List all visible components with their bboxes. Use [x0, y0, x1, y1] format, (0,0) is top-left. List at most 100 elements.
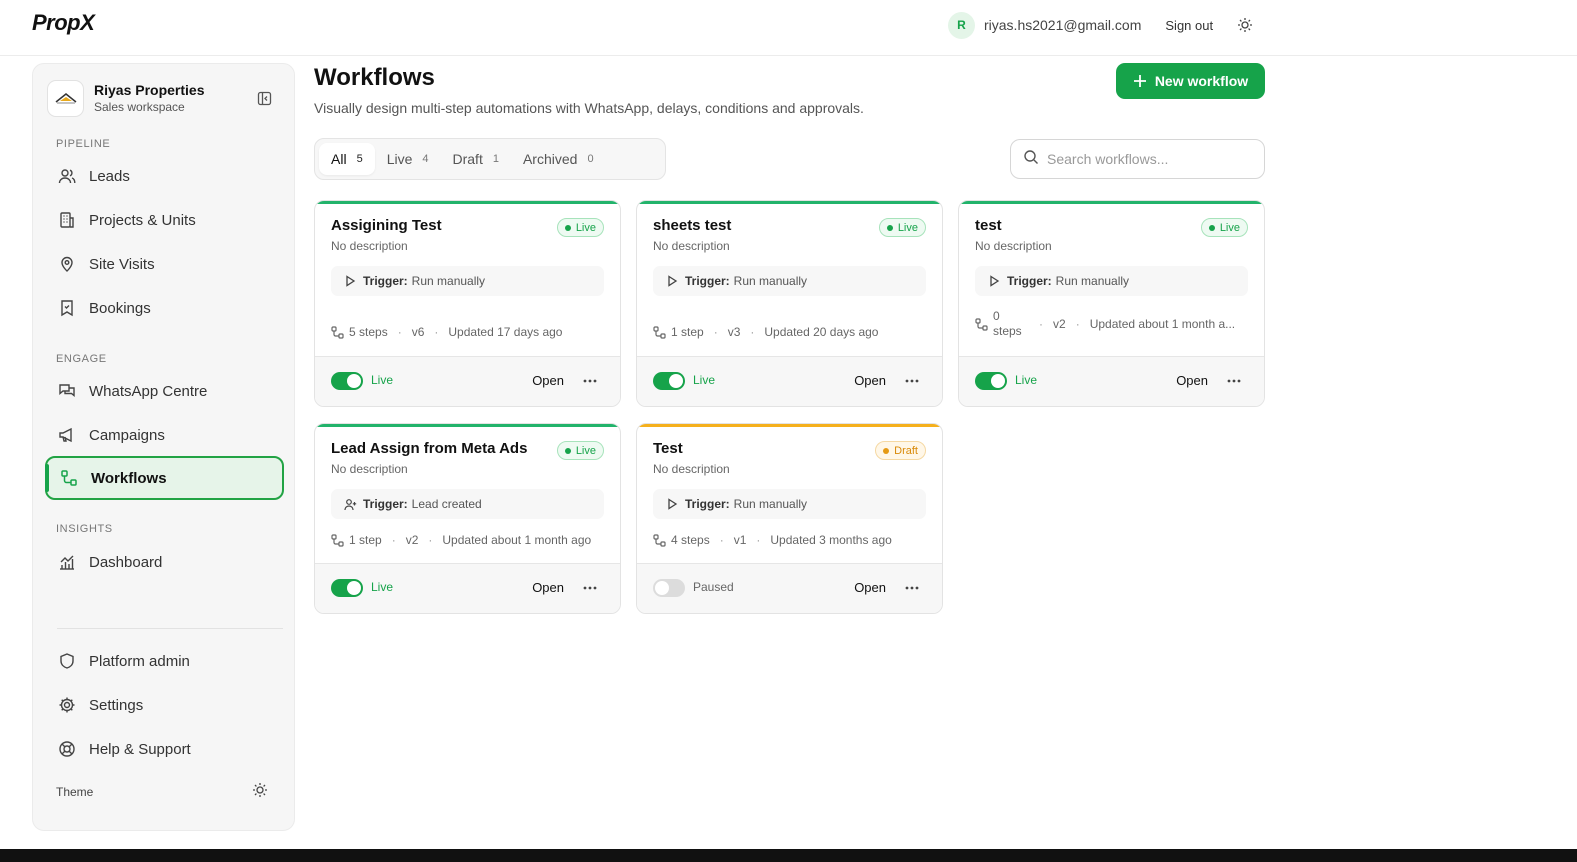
- taskbar-strip: [0, 849, 1577, 862]
- toggle-label: Live: [371, 373, 394, 387]
- search-icon: [1023, 149, 1039, 170]
- open-button[interactable]: Open: [854, 373, 886, 388]
- workflow-card[interactable]: Lead Assign from Meta Ads No description…: [314, 423, 621, 614]
- play-icon: [987, 274, 1001, 288]
- sun-icon[interactable]: [252, 782, 268, 801]
- tab-live[interactable]: Live 4: [375, 143, 441, 175]
- trigger-row: Trigger: Lead created: [331, 489, 604, 519]
- sun-icon[interactable]: [1235, 15, 1255, 35]
- workflow-card[interactable]: Assigining Test No description Live Trig…: [314, 200, 621, 407]
- more-icon[interactable]: [580, 580, 600, 596]
- sidebar-item-settings[interactable]: Settings: [45, 683, 284, 727]
- sign-out-button[interactable]: Sign out: [1165, 18, 1213, 33]
- live-toggle[interactable]: [653, 579, 685, 597]
- workflow-meta: 4 steps · v1 · Updated 3 months ago: [653, 533, 928, 547]
- tab-count: 5: [356, 153, 363, 165]
- workspace-switcher[interactable]: Riyas Properties Sales workspace: [47, 78, 282, 118]
- workflow-card[interactable]: test No description Live Trigger: Run ma…: [958, 200, 1265, 407]
- sidebar-item-whatsapp[interactable]: WhatsApp Centre: [45, 369, 284, 413]
- trigger-label: Trigger:: [363, 274, 408, 288]
- version: v6: [411, 325, 425, 339]
- toggle-label: Live: [693, 373, 716, 387]
- search-input[interactable]: [1047, 151, 1247, 167]
- filter-tabs: All 5 Live 4 Draft 1 Archived 0: [314, 138, 666, 180]
- more-icon[interactable]: [580, 373, 600, 389]
- live-toggle[interactable]: [975, 372, 1007, 390]
- workflow-title[interactable]: sheets test: [653, 217, 731, 234]
- more-icon[interactable]: [1224, 373, 1244, 389]
- workflow-title[interactable]: Lead Assign from Meta Ads: [331, 440, 527, 457]
- steps-icon: [331, 533, 345, 547]
- user-plus-icon: [343, 497, 357, 511]
- step-count: 1 step: [349, 533, 382, 547]
- status-line: [315, 201, 620, 204]
- sidebar-item-platform-admin[interactable]: Platform admin: [45, 639, 284, 683]
- updated-time: Updated 3 months ago: [770, 533, 892, 547]
- live-toggle[interactable]: [331, 579, 363, 597]
- sidebar-item-label: Platform admin: [89, 652, 190, 670]
- user-area: R riyas.hs2021@gmail.com Sign out: [948, 11, 1255, 39]
- workflow-title[interactable]: Assigining Test: [331, 217, 442, 234]
- more-icon[interactable]: [902, 580, 922, 596]
- updated-time: Updated 20 days ago: [764, 325, 879, 339]
- sidebar-item-projects[interactable]: Projects & Units: [45, 198, 284, 242]
- status-badge: Live: [1200, 218, 1248, 237]
- status-badge-label: Live: [1219, 221, 1240, 234]
- card-footer: Live Open: [959, 356, 1264, 406]
- toggle-label: Live: [1015, 373, 1038, 387]
- tab-draft[interactable]: Draft 1: [441, 143, 511, 175]
- steps-icon: [653, 325, 667, 339]
- tab-all[interactable]: All 5: [319, 143, 375, 175]
- user-email: riyas.hs2021@gmail.com: [984, 17, 1142, 33]
- sidebar-item-label: Dashboard: [89, 553, 163, 571]
- open-button[interactable]: Open: [532, 580, 564, 595]
- sidebar-item-site-visits[interactable]: Site Visits: [45, 242, 284, 286]
- sidebar-item-leads[interactable]: Leads: [45, 154, 284, 198]
- page-title: Workflows: [314, 64, 435, 91]
- steps-icon: [653, 533, 667, 547]
- sidebar-item-label: Workflows: [91, 469, 167, 487]
- workspace-subtitle: Sales workspace: [94, 100, 185, 114]
- workflow-card[interactable]: sheets test No description Live Trigger:…: [636, 200, 943, 407]
- workflow-title[interactable]: test: [975, 217, 1002, 234]
- sidebar-item-campaigns[interactable]: Campaigns: [45, 413, 284, 457]
- new-workflow-button[interactable]: New workflow: [1116, 63, 1265, 99]
- open-button[interactable]: Open: [532, 373, 564, 388]
- status-dot: [564, 224, 571, 231]
- live-toggle[interactable]: [653, 372, 685, 390]
- collapse-sidebar-icon[interactable]: [254, 88, 274, 108]
- workflow-meta: 0 steps · v2 · Updated about 1 month a..…: [975, 309, 1250, 339]
- play-icon: [665, 274, 679, 288]
- card-footer: Paused Open: [637, 563, 942, 613]
- sidebar-divider: [57, 628, 283, 629]
- megaphone-icon: [57, 425, 77, 445]
- sidebar-item-label: Projects & Units: [89, 211, 196, 229]
- workflow-title[interactable]: Test: [653, 440, 683, 457]
- sidebar-item-dashboard[interactable]: Dashboard: [45, 540, 284, 584]
- sidebar-item-help[interactable]: Help & Support: [45, 727, 284, 771]
- trigger-label: Trigger:: [685, 274, 730, 288]
- workflow-meta: 1 step · v2 · Updated about 1 month ago: [331, 533, 606, 547]
- toggle-label: Live: [371, 580, 394, 594]
- sidebar-item-label: Settings: [89, 696, 144, 714]
- theme-row: Theme: [56, 782, 268, 801]
- workflow-description: No description: [331, 239, 408, 253]
- steps-icon: [331, 325, 345, 339]
- step-count: 1 step: [671, 325, 704, 339]
- trigger-label: Trigger:: [685, 497, 730, 511]
- sidebar-item-workflows[interactable]: Workflows: [45, 456, 284, 500]
- tab-archived[interactable]: Archived 0: [511, 143, 606, 175]
- sidebar-item-bookings[interactable]: Bookings: [45, 286, 284, 330]
- status-dot: [883, 447, 890, 454]
- status-badge-label: Draft: [894, 444, 918, 457]
- brand-logo[interactable]: PropX: [32, 10, 95, 36]
- trigger-value: Run manually: [411, 274, 486, 288]
- more-icon[interactable]: [902, 373, 922, 389]
- avatar[interactable]: R: [948, 11, 975, 39]
- open-button[interactable]: Open: [854, 580, 886, 595]
- sidebar-item-label: Help & Support: [89, 740, 191, 758]
- workflow-card[interactable]: Test No description Draft Trigger: Run m…: [636, 423, 943, 614]
- open-button[interactable]: Open: [1176, 373, 1208, 388]
- workflow-meta: 1 step · v3 · Updated 20 days ago: [653, 325, 928, 339]
- live-toggle[interactable]: [331, 372, 363, 390]
